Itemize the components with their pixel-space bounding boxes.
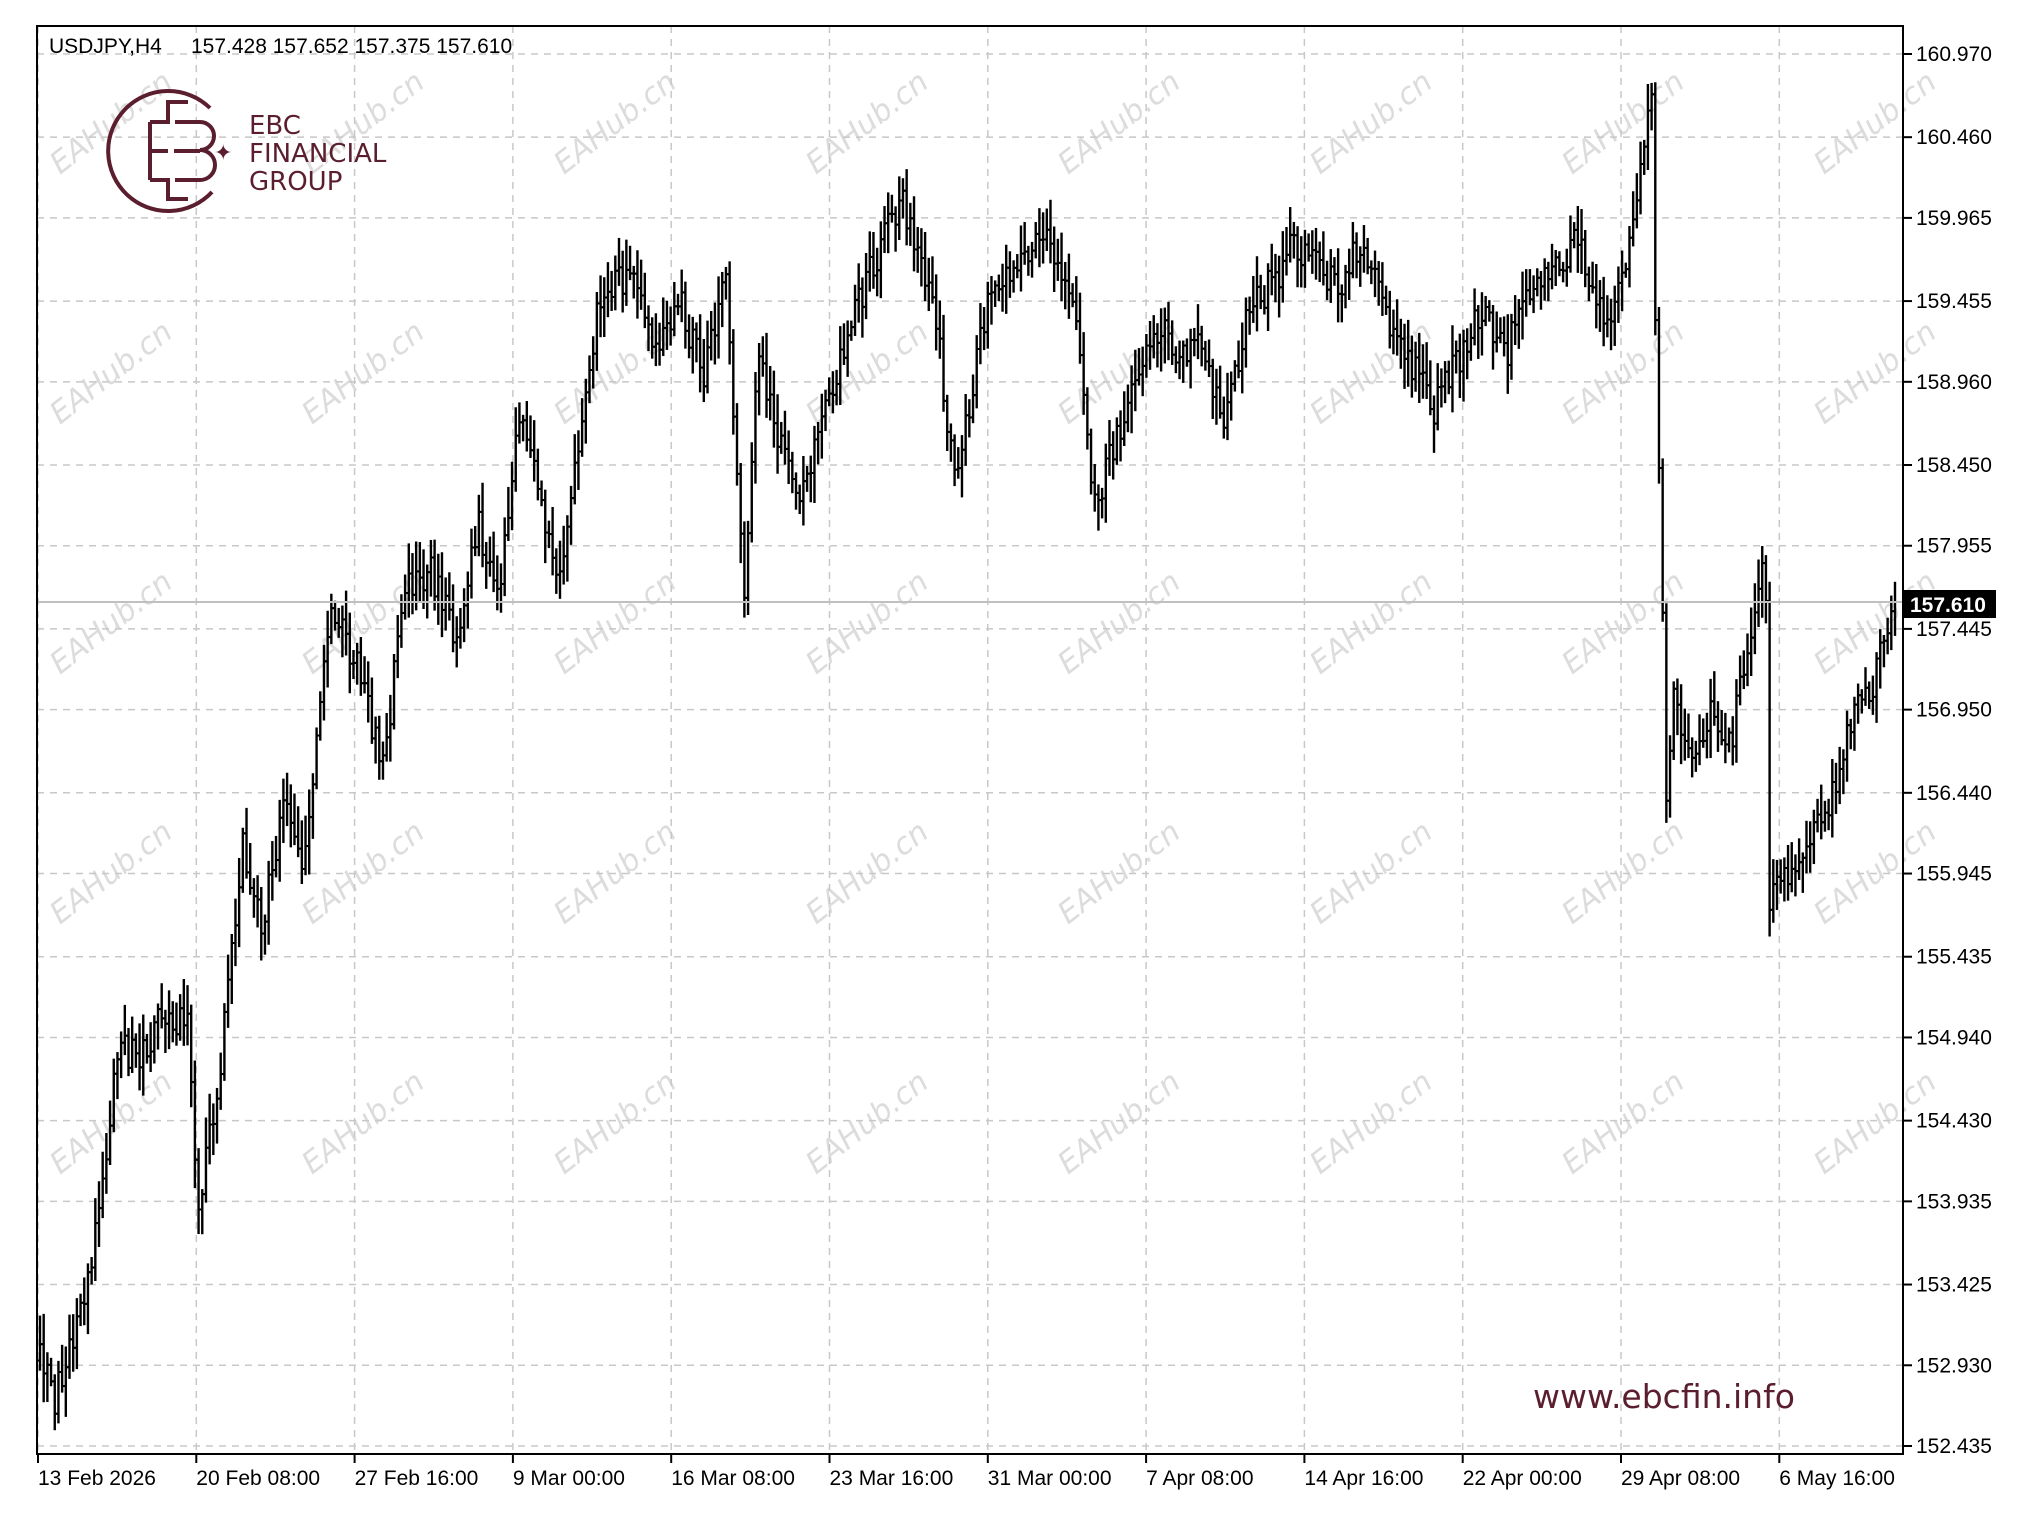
y-tick-label: 157.445 — [1916, 618, 1992, 641]
y-tick-label: 152.930 — [1916, 1354, 1992, 1377]
ebc-logo-sparkle-icon: ✦ — [214, 141, 232, 166]
x-tick-label: 13 Feb 2026 — [38, 1467, 156, 1490]
chart-header-symbol: USDJPY,H4 — [49, 35, 162, 58]
y-tick-label: 157.955 — [1916, 535, 1992, 558]
y-tick-label: 152.435 — [1916, 1435, 1992, 1458]
x-tick-label: 31 Mar 00:00 — [988, 1467, 1112, 1490]
chart-background — [0, 0, 2028, 1514]
y-tick-label: 158.960 — [1916, 371, 1992, 394]
y-tick-label: 155.435 — [1916, 946, 1992, 969]
x-tick-label: 29 Apr 08:00 — [1621, 1467, 1740, 1490]
logo-line-2: FINANCIAL — [249, 139, 387, 169]
y-tick-label: 153.425 — [1916, 1274, 1992, 1297]
x-tick-label: 20 Feb 08:00 — [196, 1467, 320, 1490]
x-tick-label: 23 Mar 16:00 — [830, 1467, 954, 1490]
y-tick-label: 154.430 — [1916, 1110, 1992, 1133]
y-tick-label: 160.970 — [1916, 43, 1992, 66]
x-tick-label: 27 Feb 16:00 — [355, 1467, 479, 1490]
chart-header-ohlc: 157.428 157.652 157.375 157.610 — [191, 35, 512, 58]
y-tick-label: 155.945 — [1916, 863, 1992, 886]
y-tick-label: 158.450 — [1916, 454, 1992, 477]
current-price-tag: 157.610 — [1904, 590, 1996, 618]
x-tick-label: 14 Apr 16:00 — [1304, 1467, 1423, 1490]
y-tick-label: 159.965 — [1916, 207, 1992, 230]
y-tick-label: 153.935 — [1916, 1190, 1992, 1213]
current-price-label: 157.610 — [1910, 594, 1986, 617]
x-tick-label: 16 Mar 08:00 — [671, 1467, 795, 1490]
y-tick-label: 156.950 — [1916, 699, 1992, 722]
y-tick-label: 159.455 — [1916, 290, 1992, 313]
price-chart: EAHub.cn EAHub.cn EAHub.cn EAHub.cn EAHub.cn… — [0, 0, 2028, 1514]
y-tick-label: 160.460 — [1916, 126, 1992, 149]
y-tick-label: 154.940 — [1916, 1026, 1992, 1049]
x-tick-label: 7 Apr 08:00 — [1146, 1467, 1253, 1490]
website-url: www.ebcfin.info — [1533, 1377, 1795, 1416]
y-tick-label: 156.440 — [1916, 782, 1992, 805]
x-tick-label: 6 May 16:00 — [1779, 1467, 1895, 1490]
x-tick-label: 22 Apr 00:00 — [1463, 1467, 1582, 1490]
logo-line-3: GROUP — [249, 167, 342, 197]
logo-line-1: EBC — [249, 111, 301, 141]
x-tick-label: 9 Mar 00:00 — [513, 1467, 625, 1490]
